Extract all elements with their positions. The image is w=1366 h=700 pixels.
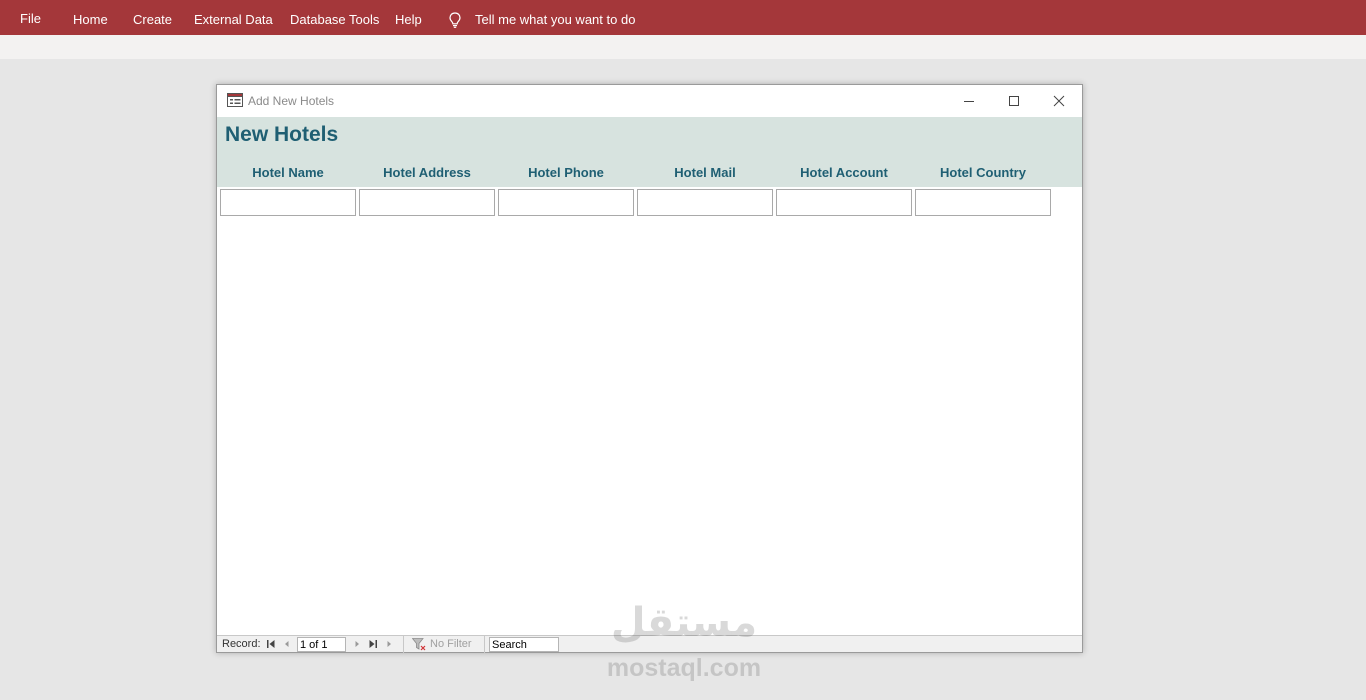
minimize-icon[interactable] xyxy=(947,85,991,117)
record-label: Record: xyxy=(222,638,261,650)
watermark-arabic-text: مستقل xyxy=(610,600,758,646)
column-header-hotel-mail: Hotel Mail xyxy=(674,165,736,180)
hotel-country-field[interactable] xyxy=(915,189,1051,216)
tab-database-tools[interactable]: Database Tools xyxy=(290,0,379,35)
tab-file[interactable]: File xyxy=(20,0,41,35)
new-record-icon[interactable] xyxy=(383,638,395,650)
previous-record-icon[interactable] xyxy=(281,638,293,650)
ribbon-bar: File Home Create External Data Database … xyxy=(0,0,1366,35)
tab-external-data[interactable]: External Data xyxy=(194,0,273,35)
hotel-name-field[interactable] xyxy=(220,189,356,216)
close-icon[interactable] xyxy=(1037,85,1081,117)
tell-me-search[interactable]: Tell me what you want to do xyxy=(475,0,635,35)
next-record-icon[interactable] xyxy=(351,638,363,650)
navbar-divider xyxy=(403,636,404,653)
filter-icon[interactable] xyxy=(411,638,426,651)
ribbon-content-strip xyxy=(0,35,1366,59)
first-record-icon[interactable] xyxy=(265,638,277,650)
watermark-latin-text: mostaql.com xyxy=(606,654,762,682)
form-icon xyxy=(227,93,243,107)
current-record-field[interactable] xyxy=(297,637,346,652)
last-record-icon[interactable] xyxy=(367,638,379,650)
search-field[interactable] xyxy=(489,637,559,652)
window-title: Add New Hotels xyxy=(248,94,335,108)
form-header: New Hotels Hotel Name Hotel Address Hote… xyxy=(217,117,1082,187)
hotel-account-field[interactable] xyxy=(776,189,912,216)
lightbulb-icon[interactable] xyxy=(446,11,464,29)
tab-help[interactable]: Help xyxy=(395,0,422,35)
tab-home[interactable]: Home xyxy=(73,0,108,35)
form-heading: New Hotels xyxy=(225,123,339,146)
window-titlebar[interactable]: Add New Hotels xyxy=(217,85,1082,117)
no-filter-button[interactable]: No Filter xyxy=(430,636,472,653)
column-header-hotel-country: Hotel Country xyxy=(940,165,1026,180)
form-window: Add New Hotels New Hotels Hotel Name Hot… xyxy=(216,84,1083,653)
mostaql-watermark: مستقل mostaql.com xyxy=(598,598,770,690)
column-header-hotel-account: Hotel Account xyxy=(800,165,888,180)
column-header-hotel-name: Hotel Name xyxy=(252,165,324,180)
hotel-mail-field[interactable] xyxy=(637,189,773,216)
tab-create[interactable]: Create xyxy=(133,0,172,35)
column-header-hotel-phone: Hotel Phone xyxy=(528,165,604,180)
column-header-hotel-address: Hotel Address xyxy=(383,165,471,180)
navbar-divider xyxy=(484,636,485,653)
hotel-address-field[interactable] xyxy=(359,189,495,216)
hotel-phone-field[interactable] xyxy=(498,189,634,216)
maximize-icon[interactable] xyxy=(992,85,1036,117)
